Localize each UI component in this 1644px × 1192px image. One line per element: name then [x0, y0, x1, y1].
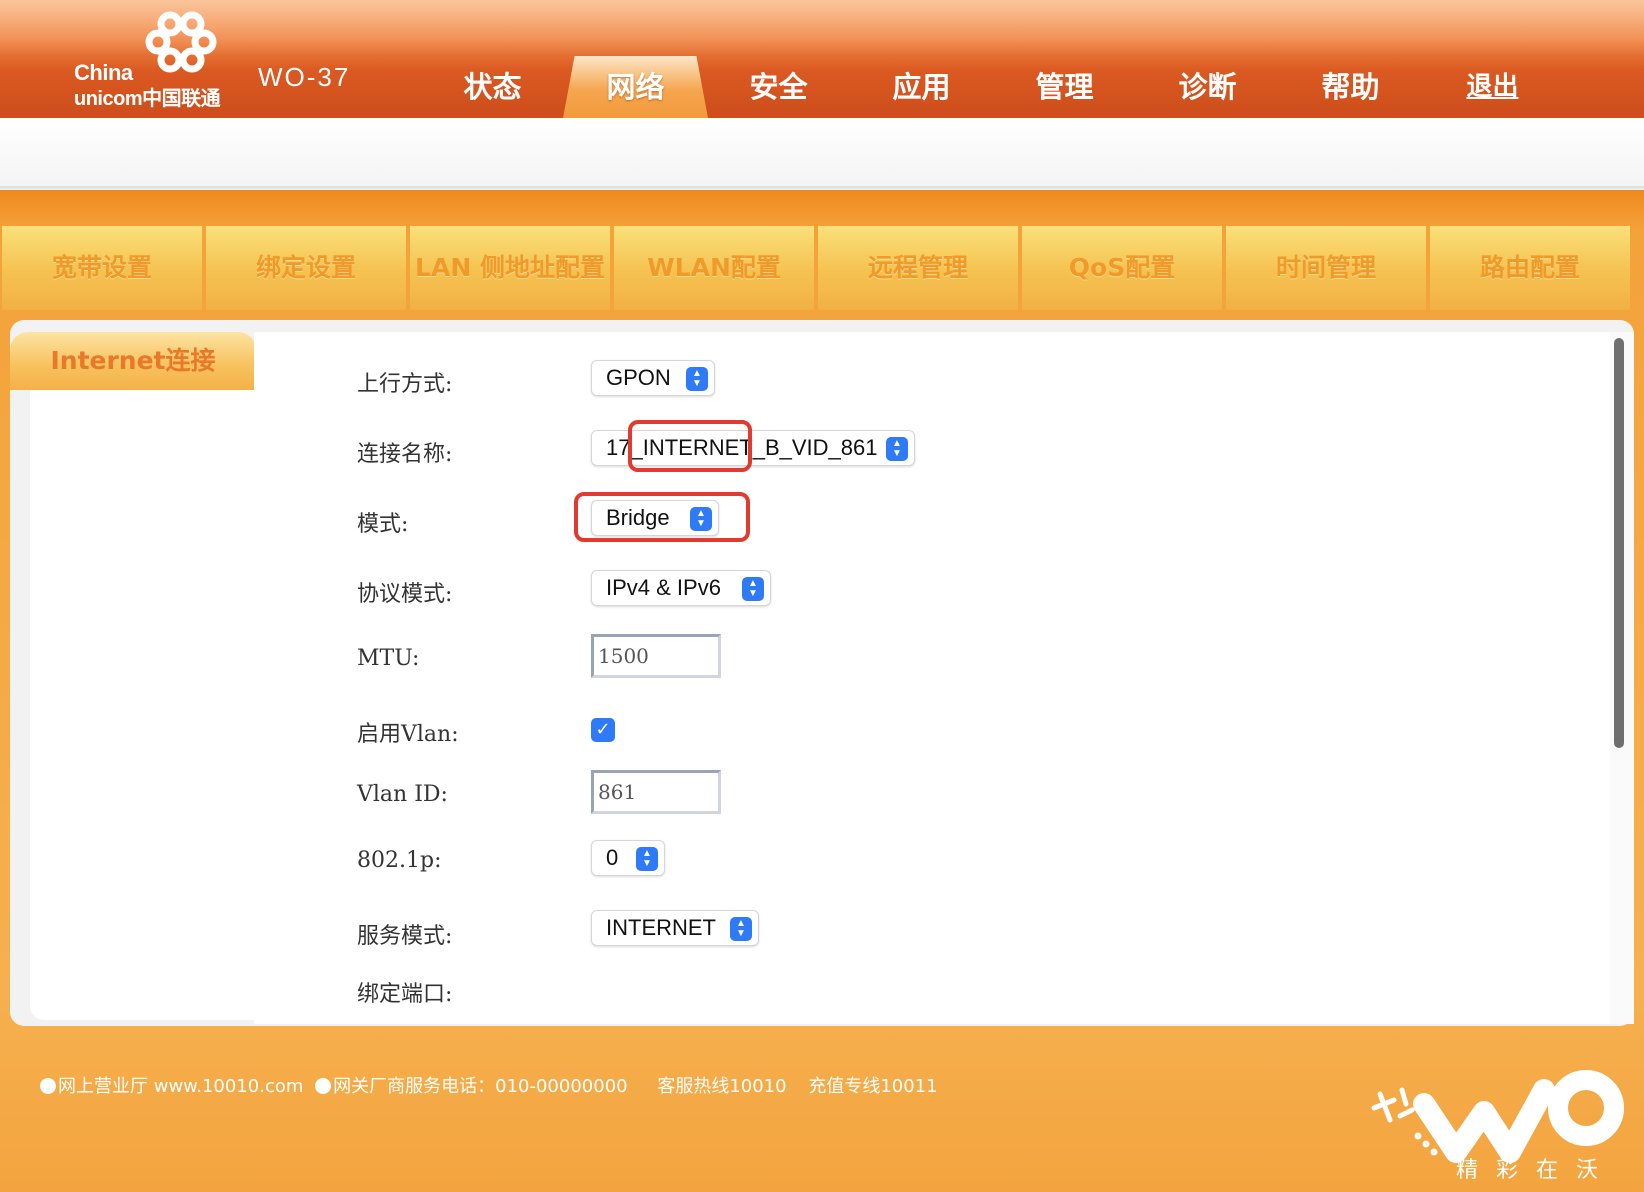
service-mode-select[interactable]: INTERNET ▲ ▼: [591, 910, 759, 946]
uplink-select[interactable]: GPON ▲ ▼: [591, 360, 715, 396]
header-sub-band: [0, 118, 1644, 188]
protocol-select-value: IPv4 & IPv6: [606, 575, 721, 600]
protocol-select[interactable]: IPv4 & IPv6 ▲ ▼: [591, 570, 771, 606]
subtab-lan-address[interactable]: LAN 侧地址配置: [410, 226, 610, 310]
conn-name-label: 连接名称:: [357, 442, 453, 467]
nav-tab-help[interactable]: 帮助: [1278, 56, 1423, 118]
subtab-binding[interactable]: 绑定设置: [206, 226, 406, 310]
vlan-id-input[interactable]: [591, 770, 721, 814]
uplink-select-value: GPON: [606, 365, 671, 390]
model-name: WO-37: [258, 62, 351, 92]
protocol-label: 协议模式:: [357, 582, 453, 607]
footer-online-hall[interactable]: 网上营业厅 www.10010.com: [58, 1076, 303, 1097]
top-header: China unicom中国联通 WO-37 状态 网络 安全 应用 管理 诊断…: [0, 0, 1644, 118]
china-unicom-logo: China unicom中国联通: [70, 10, 240, 110]
unicom-knot-icon: [145, 11, 217, 73]
select-arrows-icon: ▲ ▼: [742, 577, 764, 601]
footer-recharge-line: 充值专线10011: [808, 1076, 938, 1097]
subtab-time-manage[interactable]: 时间管理: [1226, 226, 1426, 310]
select-arrows-icon: ▲ ▼: [730, 917, 752, 941]
nav-tab-management[interactable]: 管理: [992, 56, 1137, 118]
highlight-internet-annotation: [628, 420, 752, 472]
nav-tab-network[interactable]: 网络: [563, 56, 708, 118]
sub-nav: 宽带设置 绑定设置 LAN 侧地址配置 WLAN配置 远程管理 QoS配置 时间…: [0, 226, 1644, 310]
footer-info: 网上营业厅 www.10010.com 网关厂商服务电话：010-0000000…: [40, 1072, 944, 1098]
p8021-select[interactable]: 0 ▲ ▼: [591, 840, 665, 876]
select-arrows-icon: ▲ ▼: [636, 847, 658, 871]
form-area: [254, 332, 1614, 1024]
side-tab-internet-connection[interactable]: Internet连接: [10, 332, 256, 390]
subtab-qos[interactable]: QoS配置: [1022, 226, 1222, 310]
brand-text-cn: unicom中国联通: [74, 88, 221, 110]
nav-tab-security[interactable]: 安全: [706, 56, 851, 118]
service-mode-select-value: INTERNET: [606, 915, 716, 940]
uplink-label: 上行方式:: [357, 372, 453, 397]
select-arrows-icon: ▲ ▼: [686, 367, 708, 391]
main-nav: 状态 网络 安全 应用 管理 诊断 帮助 退出: [420, 56, 1644, 118]
subtab-remote-manage[interactable]: 远程管理: [818, 226, 1018, 310]
footer-vendor-phone: 网关厂商服务电话：010-00000000: [333, 1076, 628, 1097]
vlan-enable-checkbox[interactable]: ✓: [591, 718, 615, 742]
scrollbar-thumb[interactable]: [1614, 338, 1624, 748]
footer-slogan: 精彩在沃: [1456, 1158, 1617, 1183]
bullet-icon: [315, 1078, 332, 1094]
service-mode-label: 服务模式:: [357, 924, 453, 949]
p8021-select-value: 0: [606, 845, 619, 870]
p8021-label: 802.1p:: [357, 848, 442, 873]
nav-tab-application[interactable]: 应用: [849, 56, 994, 118]
vlan-enable-label: 启用Vlan:: [357, 722, 459, 747]
select-arrows-icon: ▲ ▼: [886, 437, 908, 461]
mtu-input[interactable]: [591, 634, 721, 678]
side-panel: [30, 390, 254, 1020]
nav-tab-status[interactable]: 状态: [420, 56, 565, 118]
subtab-routing[interactable]: 路由配置: [1430, 226, 1630, 310]
bullet-icon: [40, 1078, 56, 1094]
highlight-bridge-annotation: [574, 492, 750, 542]
subtab-broadband[interactable]: 宽带设置: [2, 226, 202, 310]
nav-tab-diagnostics[interactable]: 诊断: [1135, 56, 1280, 118]
mode-label: 模式:: [357, 512, 409, 537]
bind-port-label: 绑定端口:: [357, 982, 453, 1007]
nav-tab-logout[interactable]: 退出: [1420, 56, 1565, 118]
vlan-id-label: Vlan ID:: [357, 782, 448, 807]
subtab-wlan[interactable]: WLAN配置: [614, 226, 814, 310]
footer-hotline: 客服热线10010: [657, 1076, 787, 1097]
mtu-label: MTU:: [357, 646, 420, 671]
header-shine: [0, 0, 1644, 55]
